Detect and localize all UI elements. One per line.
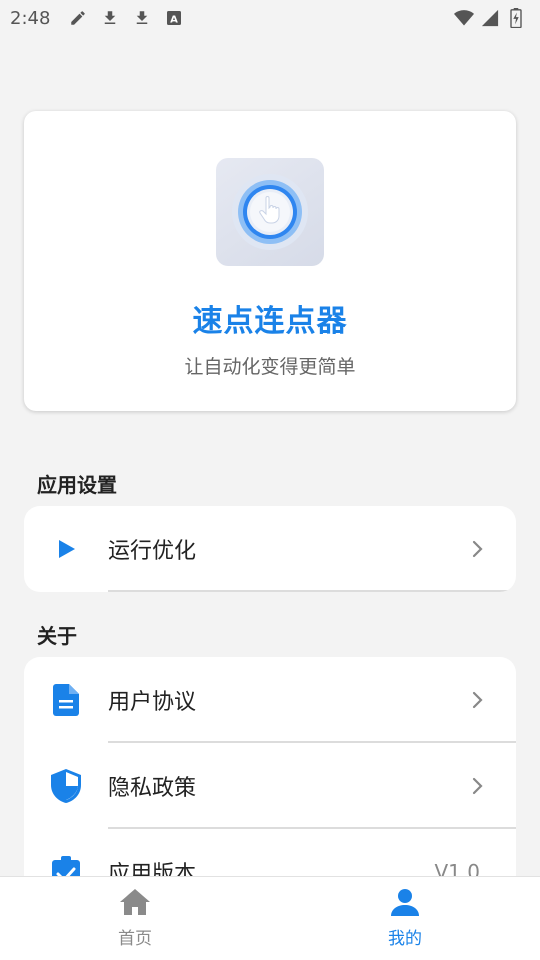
status-bar: 2:48 A	[0, 0, 540, 36]
wifi-icon	[454, 8, 474, 28]
divider	[108, 590, 516, 592]
svg-text:A: A	[171, 15, 179, 26]
status-time: 2:48	[10, 7, 51, 29]
section-title-about: 关于	[37, 624, 77, 648]
signal-icon	[480, 8, 500, 28]
battery-charging-icon	[506, 8, 526, 28]
home-icon	[119, 888, 151, 920]
chevron-right-icon	[458, 776, 498, 796]
play-icon	[24, 538, 108, 560]
bottom-nav: 首页 我的	[0, 876, 540, 960]
status-left: 2:48 A	[10, 8, 184, 29]
about-item-label: 隐私政策	[108, 776, 197, 801]
about-item-label: 用户协议	[108, 690, 197, 715]
chevron-right-icon	[458, 690, 498, 710]
section-title-settings: 应用设置	[37, 473, 117, 497]
a-box-icon: A	[164, 8, 184, 28]
about-item-user-agreement[interactable]: 用户协议	[24, 657, 516, 743]
nav-label-home: 首页	[118, 929, 152, 949]
download-icon	[100, 8, 120, 28]
settings-item-run-optimization[interactable]: 运行优化	[24, 506, 516, 592]
app-name: 速点连点器	[192, 304, 348, 339]
pencil-icon	[68, 8, 88, 28]
settings-card: 运行优化	[24, 506, 516, 592]
person-icon	[391, 888, 419, 920]
download-icon	[132, 8, 152, 28]
settings-item-label: 运行优化	[108, 539, 197, 564]
app-slogan: 让自动化变得更简单	[184, 356, 356, 378]
tap-finger-icon	[216, 158, 324, 266]
nav-item-home[interactable]: 首页	[0, 877, 270, 960]
about-item-privacy-policy[interactable]: 隐私政策	[24, 743, 516, 829]
status-right	[454, 8, 526, 28]
app-info-card: 速点连点器 让自动化变得更简单	[24, 111, 516, 411]
nav-item-mine[interactable]: 我的	[270, 877, 540, 960]
chevron-right-icon	[458, 539, 498, 559]
shield-icon	[24, 769, 108, 803]
document-icon	[24, 684, 108, 716]
nav-label-mine: 我的	[388, 929, 422, 949]
